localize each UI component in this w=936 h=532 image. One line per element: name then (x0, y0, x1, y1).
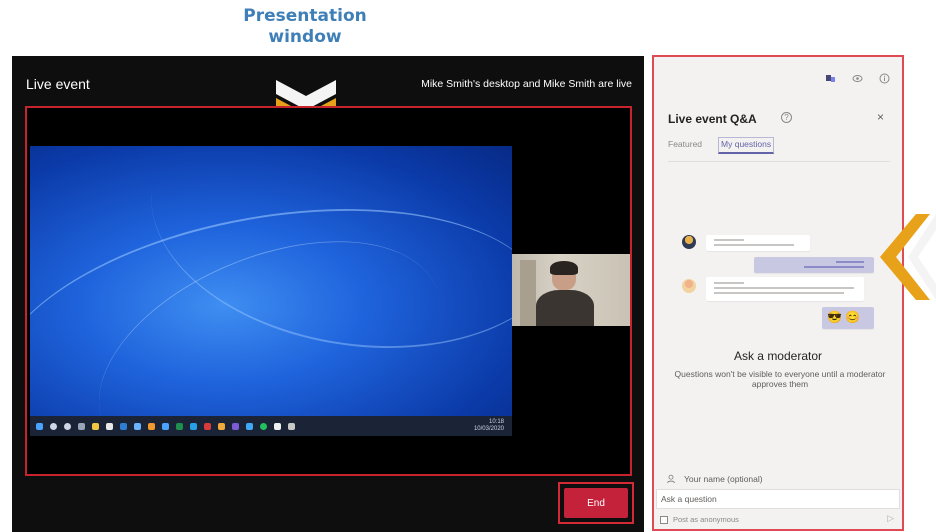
tabs-divider (668, 161, 890, 162)
presentation-window: 10:18 10/03/2020 (25, 106, 632, 476)
end-button[interactable]: End (564, 488, 628, 518)
close-icon[interactable]: × (877, 110, 884, 124)
qa-panel: Live event Q&A ? × Featured My questions… (652, 55, 904, 531)
qa-tabs: Featured My questions (668, 137, 775, 154)
name-placeholder: Your name (optional) (684, 474, 763, 484)
avatar (682, 235, 696, 249)
name-field[interactable]: Your name (optional) (666, 474, 763, 484)
emoji-reply: 😎 😊 (822, 307, 874, 329)
live-status-text: Mike Smith's desktop and Mike Smith are … (421, 78, 632, 90)
stage-title: Live event (26, 76, 90, 92)
panel-toolbar (825, 71, 890, 84)
tab-featured[interactable]: Featured (668, 139, 702, 154)
empty-state-subtext: Questions won't be visible to everyone u… (674, 369, 886, 389)
anonymous-toggle[interactable]: Post as anonymous (660, 515, 739, 524)
anonymous-checkbox[interactable] (660, 515, 668, 524)
callout-line-2: window (268, 27, 342, 47)
empty-state-illustration: 😎 😊 (654, 227, 902, 337)
tab-my-questions[interactable]: My questions (718, 137, 775, 154)
info-icon[interactable] (879, 71, 890, 84)
presenter-stage: Live event Mike Smith's desktop and Mike… (12, 56, 644, 532)
anonymous-label: Post as anonymous (673, 515, 739, 524)
windows-taskbar: 10:18 10/03/2020 (30, 416, 512, 436)
avatar (682, 279, 696, 293)
ask-question-input[interactable] (656, 489, 900, 509)
send-icon[interactable]: ▷ (887, 513, 894, 524)
end-button-highlight: End (558, 482, 634, 524)
qa-title: Live event Q&A (668, 112, 757, 126)
help-icon[interactable]: ? (781, 112, 792, 123)
shared-desktop-screen: 10:18 10/03/2020 (30, 146, 512, 436)
taskbar-clock: 10:18 10/03/2020 (473, 419, 504, 432)
chevron-left-icon (880, 214, 936, 300)
eye-icon[interactable] (852, 71, 863, 82)
presentation-window-callout: Presentation window (215, 6, 395, 48)
callout-line-1: Presentation (243, 6, 367, 26)
empty-state-heading: Ask a moderator (733, 349, 823, 363)
webcam-feed (512, 254, 630, 326)
people-icon[interactable] (825, 71, 836, 82)
person-icon (667, 474, 675, 484)
